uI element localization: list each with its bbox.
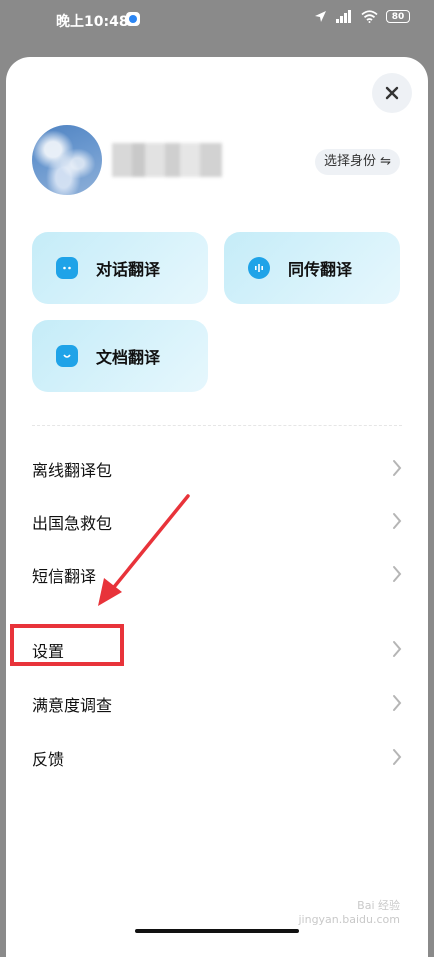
watermark-url: jingyan.baidu.com (298, 913, 400, 926)
watermark-brand: Bai 经验 (357, 899, 400, 912)
home-indicator[interactable] (135, 929, 299, 933)
pointer-arrow-icon (98, 494, 190, 606)
watermark: Bai 经验 jingyan.baidu.com (298, 899, 400, 927)
